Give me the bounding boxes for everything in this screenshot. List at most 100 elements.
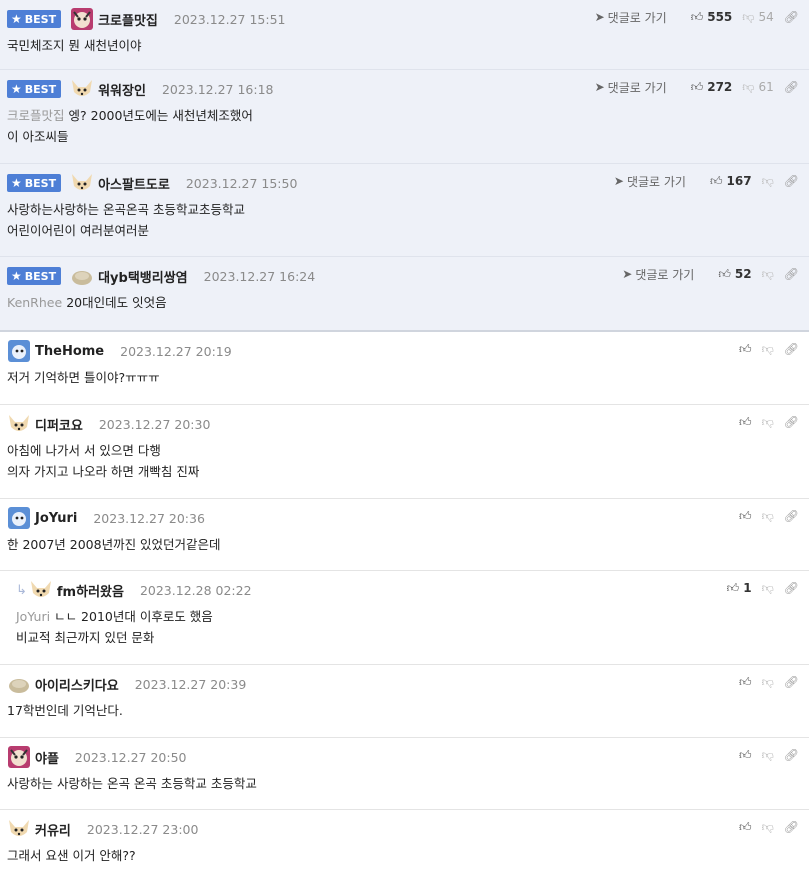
star-icon: ★	[11, 12, 22, 26]
goto-reply-link[interactable]: ➤ 댓글로 가기	[614, 173, 686, 190]
avatar[interactable]	[70, 172, 94, 194]
mention-link[interactable]: KenRhee	[7, 295, 62, 310]
comment-item: 커유리 2023.12.27 23:00 👍︎ 👎︎ 🔗︎ 그래서 요샌 이거 …	[0, 810, 809, 882]
comment-item: 아이리스키다요 2023.12.27 20:39 👍︎ 👎︎ 🔗︎ 17학번인데…	[0, 665, 809, 738]
link-icon: 🔗︎	[783, 748, 799, 762]
comment-date: 2023.12.27 20:36	[93, 510, 205, 526]
arrow-icon: ➤	[594, 10, 605, 24]
thumbs-up-icon: 👍︎	[718, 266, 731, 281]
thumbs-up-icon: 👍︎	[690, 79, 704, 94]
comment-text: KenRhee 20대인데도 잇엇음	[7, 295, 167, 310]
dislike-button[interactable]: 👎︎	[762, 748, 774, 763]
avatar[interactable]	[7, 413, 31, 435]
like-button[interactable]: 👍︎ 555	[691, 10, 733, 25]
dislike-button[interactable]: 👎︎	[762, 174, 774, 189]
dislike-button[interactable]: 👎︎	[762, 342, 774, 357]
thumbs-down-icon: 👎︎	[761, 414, 774, 429]
like-button[interactable]: 👍︎	[739, 342, 752, 357]
like-button[interactable]: 👍︎ 167	[710, 174, 752, 189]
goto-reply-link[interactable]: ➤ 댓글로 가기	[595, 79, 667, 96]
thumbs-down-icon: 👎︎	[761, 508, 774, 523]
author-nickname[interactable]: 아이리스키다요	[35, 675, 119, 694]
link-button[interactable]: 🔗︎	[784, 820, 799, 834]
star-icon: ★	[11, 269, 22, 283]
link-button[interactable]: 🔗︎	[784, 509, 799, 523]
thumbs-up-icon: 👍︎	[739, 341, 752, 356]
thumbs-down-icon: 👎︎	[761, 580, 774, 595]
link-icon: 🔗︎	[783, 509, 799, 523]
star-icon: ★	[11, 176, 22, 190]
comment-item: ★ BEST 아스팔트도로 2023.12.27 15:50 ➤ 댓글로 가기 👍︎…	[0, 164, 809, 257]
like-button[interactable]: 👍︎	[739, 748, 752, 763]
thumbs-down-icon: 👎︎	[761, 674, 774, 689]
avatar[interactable]	[7, 673, 31, 695]
avatar[interactable]	[70, 265, 94, 287]
like-button[interactable]: 👍︎	[739, 820, 752, 835]
goto-reply-link[interactable]: ➤ 댓글로 가기	[595, 9, 667, 26]
author-nickname[interactable]: 야플	[35, 748, 59, 767]
avatar[interactable]	[7, 507, 31, 529]
author-nickname[interactable]: 크로플맛집	[98, 10, 158, 29]
arrow-icon: ➤	[622, 267, 633, 281]
like-button[interactable]: 👍︎ 52	[718, 267, 751, 282]
dislike-button[interactable]: 👎︎ 54	[742, 10, 773, 25]
author-nickname[interactable]: 대yb택뱅리쌍염	[98, 267, 188, 286]
link-button[interactable]: 🔗︎	[784, 342, 799, 356]
avatar[interactable]	[7, 746, 31, 768]
star-icon: ★	[11, 82, 22, 96]
dislike-button[interactable]: 👎︎	[762, 267, 774, 282]
thumbs-down-icon: 👎︎	[761, 173, 774, 188]
like-button[interactable]: 👍︎ 272	[691, 80, 733, 95]
avatar[interactable]	[7, 818, 31, 840]
comment-text: 그래서 요샌 이거 안해??	[7, 848, 136, 863]
like-button[interactable]: 👍︎	[739, 415, 752, 430]
author-nickname[interactable]: TheHome	[35, 344, 104, 359]
like-button[interactable]: 👍︎ 1	[727, 581, 752, 596]
goto-reply-link[interactable]: ➤ 댓글로 가기	[622, 266, 694, 283]
dislike-button[interactable]: 👎︎	[762, 415, 774, 430]
author-nickname[interactable]: 워워장인	[98, 80, 146, 99]
mention-link[interactable]: 크로플맛집	[7, 108, 65, 123]
author-nickname[interactable]: fm하러왔음	[57, 581, 124, 600]
author-nickname[interactable]: 커유리	[35, 820, 71, 839]
comment-text: 사랑하는 사랑하는 온곡 온곡 초등학교 초등학교	[7, 776, 257, 791]
comment-item: ★ BEST 워워장인 2023.12.27 16:18 ➤ 댓글로 가기 👍︎ 27…	[0, 70, 809, 164]
comment-date: 2023.12.27 20:50	[74, 749, 187, 765]
comment-text: 사랑하는사랑하는 온곡온곡 초등학교초등학교 어린이어린이 여러분여러분	[7, 202, 245, 238]
author-nickname[interactable]: 아스팔트도로	[98, 174, 170, 193]
dislike-button[interactable]: 👎︎	[762, 820, 774, 835]
avatar[interactable]	[29, 579, 53, 601]
thumbs-up-icon: 👍︎	[709, 173, 723, 188]
link-icon: 🔗︎	[783, 415, 799, 429]
comment-item: 디퍼코요 2023.12.27 20:30 👍︎ 👎︎ 🔗︎ 아침에 나가서 서…	[0, 405, 809, 499]
link-button[interactable]: 🔗︎	[784, 675, 799, 689]
dislike-button[interactable]: 👎︎	[762, 509, 774, 524]
dislike-button[interactable]: 👎︎ 61	[742, 80, 773, 95]
thumbs-down-icon: 👎︎	[742, 79, 755, 94]
arrow-icon: ➤	[594, 80, 605, 94]
comment-date: 2023.12.27 20:30	[98, 416, 211, 432]
avatar[interactable]	[70, 78, 94, 100]
author-nickname[interactable]: JoYuri	[35, 511, 77, 526]
avatar[interactable]	[70, 8, 94, 30]
dislike-button[interactable]: 👎︎	[762, 675, 774, 690]
comment-date: 2023.12.27 16:24	[203, 268, 316, 284]
link-button[interactable]: 🔗︎	[784, 415, 799, 429]
best-badge: ★ BEST	[7, 267, 62, 285]
dislike-button[interactable]: 👎︎	[762, 581, 774, 596]
avatar[interactable]	[7, 340, 31, 362]
thumbs-up-icon: 👍︎	[739, 747, 752, 762]
link-button[interactable]: 🔗︎	[784, 267, 799, 281]
like-button[interactable]: 👍︎	[739, 675, 752, 690]
link-button[interactable]: 🔗︎	[784, 174, 799, 188]
mention-link[interactable]: JoYuri	[16, 609, 50, 624]
link-icon: 🔗︎	[783, 581, 799, 595]
link-button[interactable]: 🔗︎	[784, 581, 799, 595]
link-button[interactable]: 🔗︎	[784, 80, 799, 94]
link-button[interactable]: 🔗︎	[784, 10, 799, 24]
link-icon: 🔗︎	[783, 342, 799, 356]
link-button[interactable]: 🔗︎	[784, 748, 799, 762]
like-button[interactable]: 👍︎	[739, 509, 752, 524]
comment-list: ★ BEST 크로플맛집 2023.12.27 15:51 ➤ 댓글로 가기 👍︎ 5…	[0, 0, 809, 882]
author-nickname[interactable]: 디퍼코요	[35, 415, 83, 434]
